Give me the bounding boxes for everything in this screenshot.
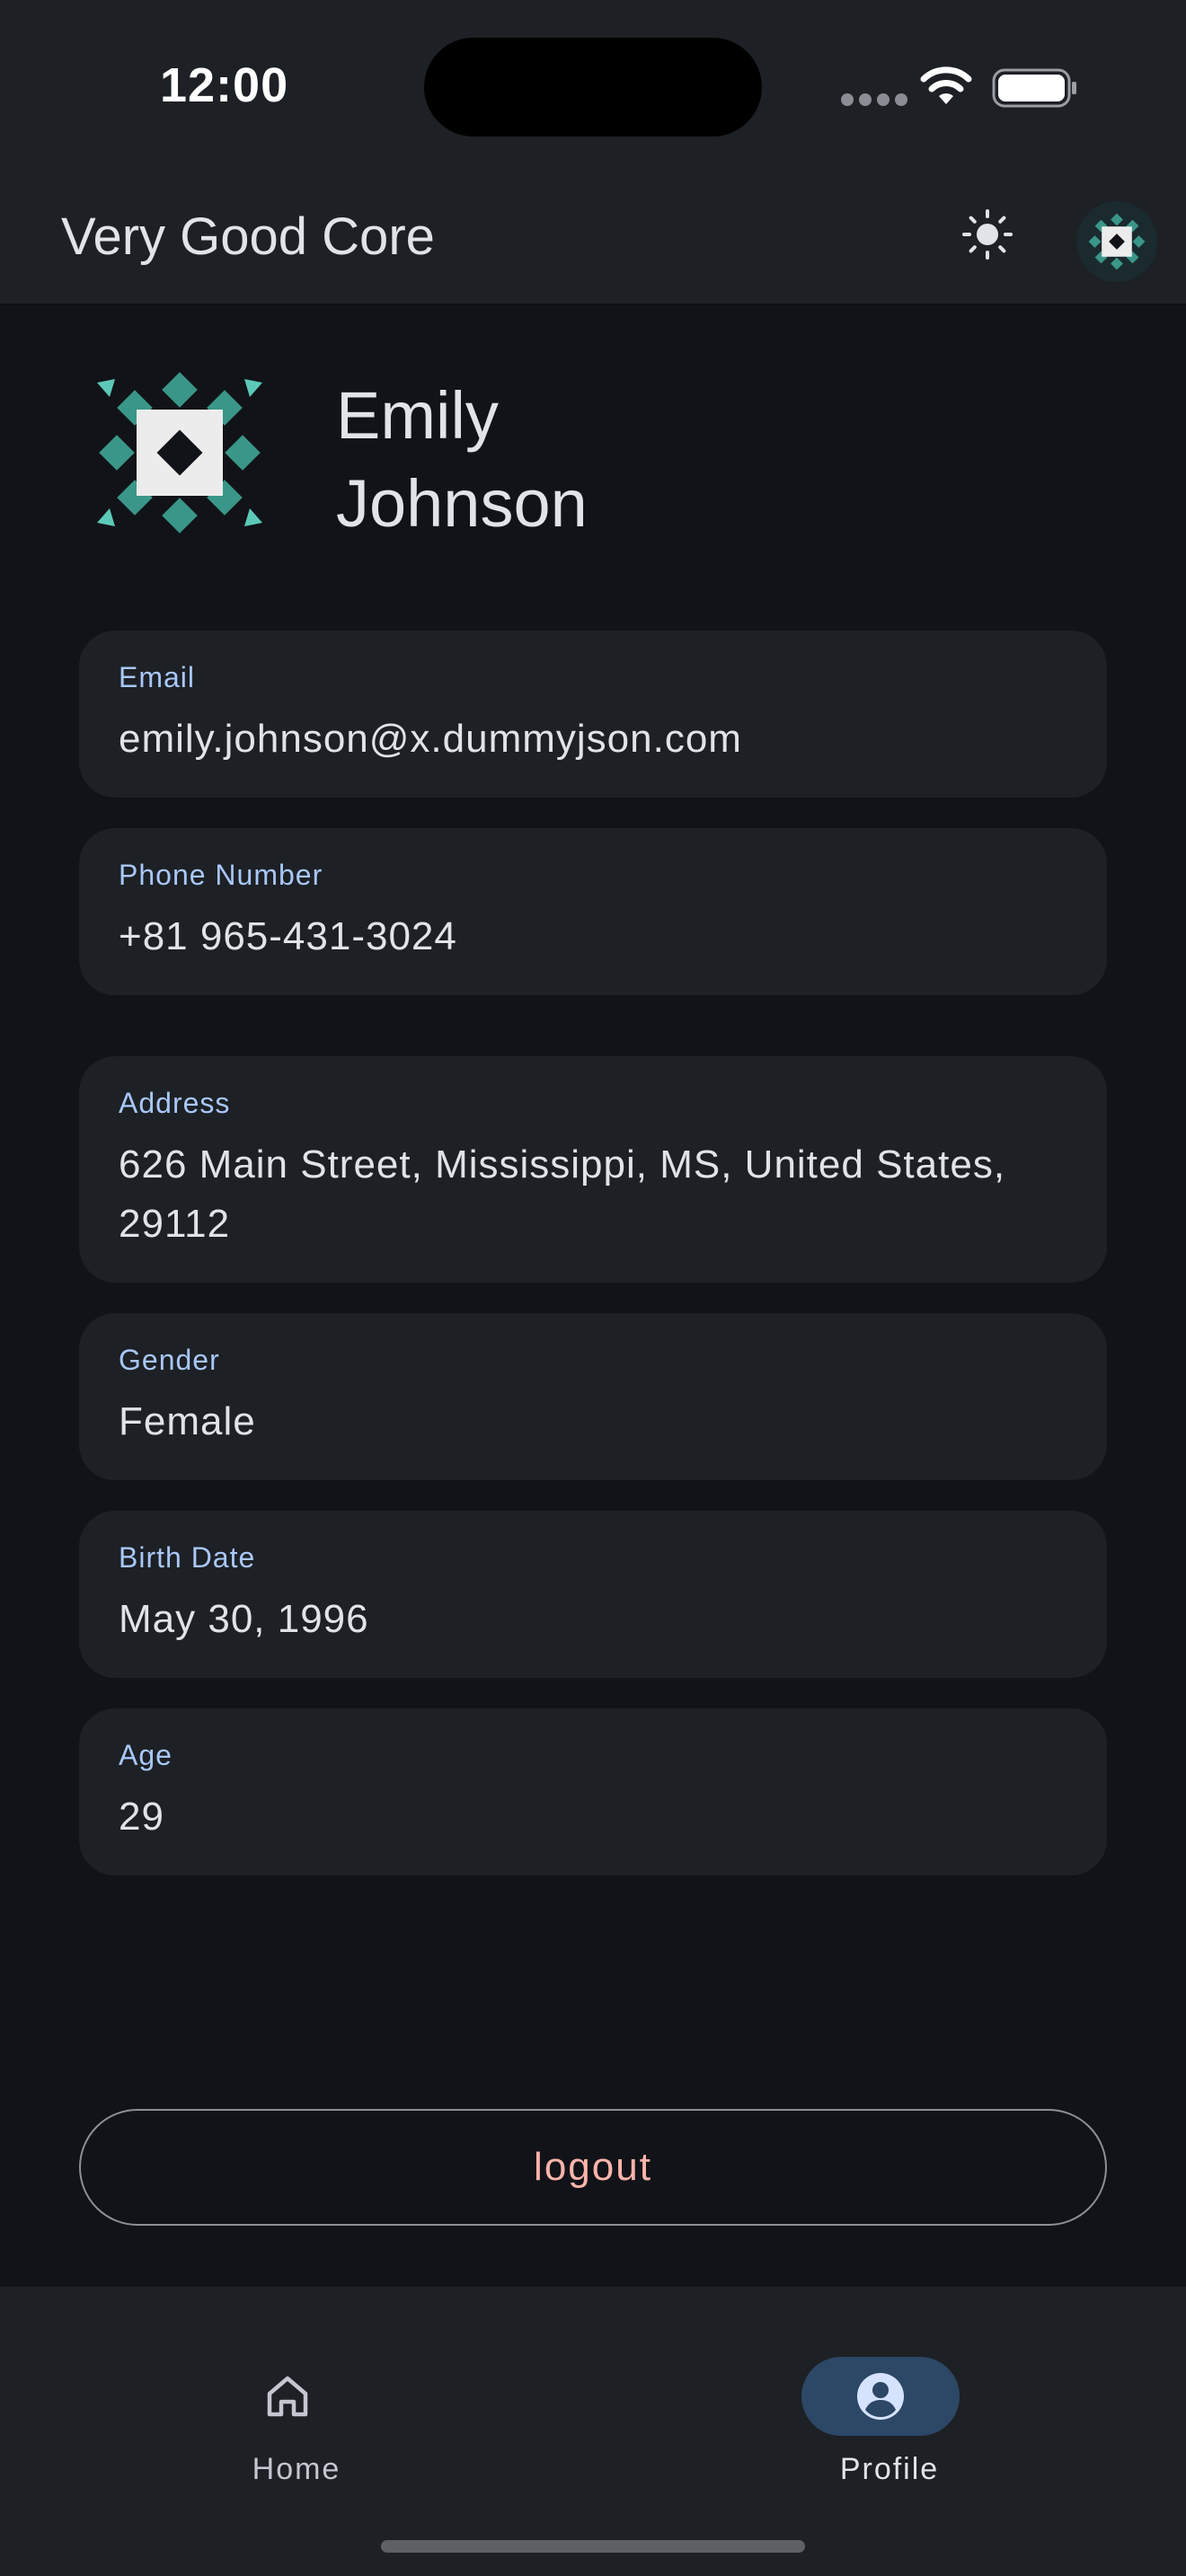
email-value: emily.johnson@x.dummyjson.com [119,717,742,761]
wifi-icon [920,66,972,104]
theme-toggle-button[interactable] [956,203,1019,266]
email-label: Email [119,661,196,693]
address-card: Address 626 Main Street, Mississippi, MS… [79,1056,1107,1283]
birth-date-card: Birth Date May 30, 1996 [79,1511,1107,1678]
address-value: 626 Main Street, Mississippi, MS, United… [119,1142,1006,1246]
app-bar: Very Good Core [0,180,1186,305]
nav-profile-indicator [801,2357,960,2436]
bottom-navigation: Home Profile [0,2287,1186,2576]
dynamic-island [424,38,762,137]
profile-last-name: Johnson [336,466,588,541]
age-card: Age 29 [79,1708,1107,1875]
nav-label-home: Home [252,2452,341,2486]
sun-icon [962,209,1013,260]
avatar-button[interactable] [1076,201,1157,282]
address-label: Address [119,1087,231,1119]
nav-item-home[interactable]: Home [162,2323,431,2486]
phone-card: Phone Number +81 965-431-3024 [79,828,1107,995]
account-circle-icon [857,2373,904,2420]
gender-label: Gender [119,1344,220,1376]
gender-card: Gender Female [79,1313,1107,1480]
age-value: 29 [119,1795,164,1839]
phone-label: Phone Number [119,859,323,891]
avatar-icon [1088,213,1146,270]
app-title: Very Good Core [61,207,435,266]
email-card: Email emily.johnson@x.dummyjson.com [79,631,1107,798]
profile-first-name: Emily [336,378,499,453]
birth-date-value: May 30, 1996 [119,1597,369,1641]
nav-label-profile: Profile [839,2452,940,2486]
status-bar: 12:00 [0,0,1186,180]
status-time: 12:00 [160,58,289,112]
nav-item-profile[interactable]: Profile [755,2323,1024,2486]
profile-name: Emily Johnson [336,372,785,548]
logout-button[interactable]: logout [79,2109,1107,2226]
age-label: Age [119,1739,173,1771]
phone-value: +81 965-431-3024 [119,914,457,958]
cellular-signal-icon [841,93,907,106]
gender-value: Female [119,1399,256,1443]
battery-icon [992,68,1076,108]
nav-home-icon-container [208,2357,367,2436]
home-icon [267,2376,308,2417]
birth-date-label: Birth Date [119,1541,256,1574]
home-indicator [381,2540,805,2553]
profile-avatar [97,372,262,534]
